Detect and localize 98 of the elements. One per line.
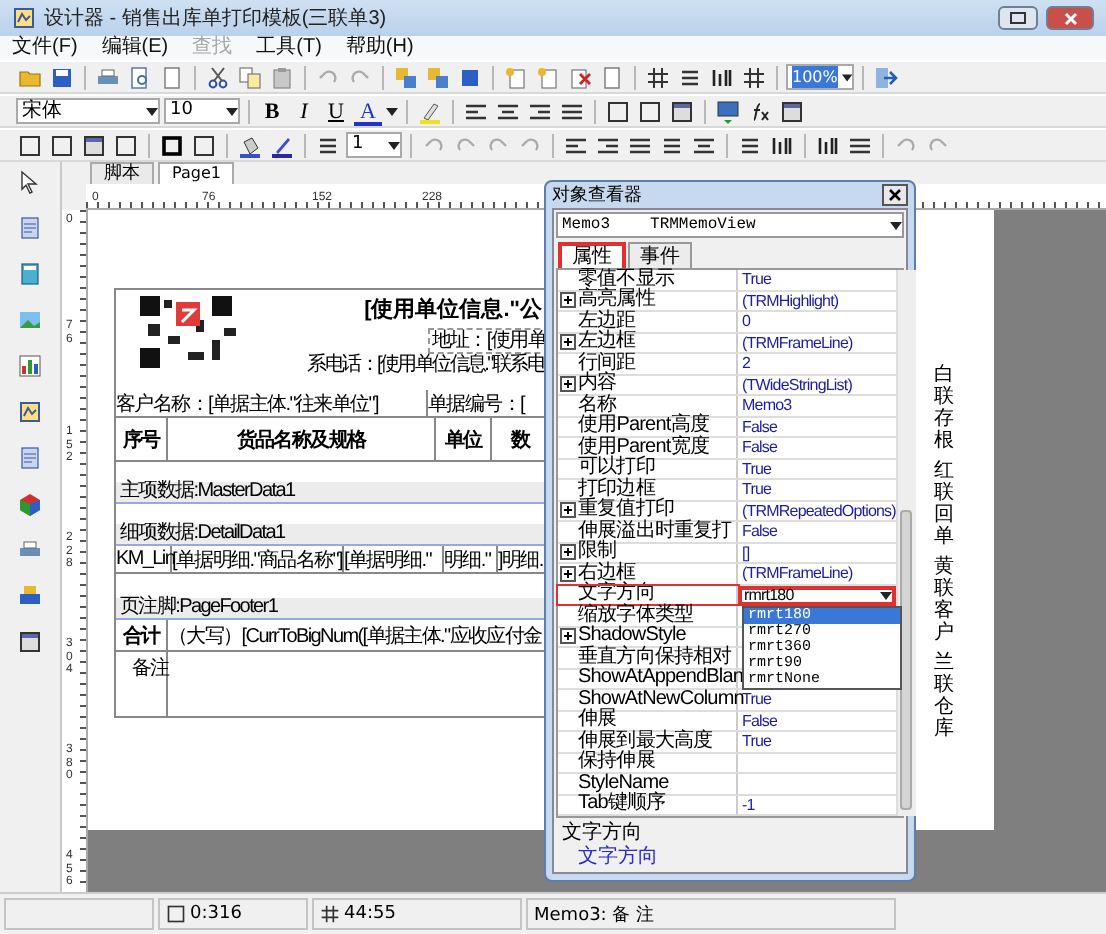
property-value: False [742, 522, 778, 541]
property-row[interactable]: 内容 (TWideStringList) [558, 375, 896, 396]
copy-label: 红联回单 [934, 460, 954, 548]
property-row[interactable]: 可以打印 True [558, 459, 896, 480]
property-name[interactable]: StyleName [560, 773, 669, 794]
property-name[interactable]: 左边框 [578, 332, 636, 353]
property-value: False [742, 711, 778, 730]
band-label: 细项数据:DetailData1 [116, 524, 550, 546]
property-value: False [742, 438, 778, 457]
column-header: 单位 [436, 418, 492, 460]
property-name[interactable]: Tab键顺序 [560, 794, 666, 815]
property-name[interactable]: 右边框 [578, 563, 636, 584]
property-name[interactable]: 伸展 [560, 710, 617, 731]
property-editor[interactable]: rmrt180 [738, 585, 896, 605]
property-value: True [742, 732, 772, 751]
total-label: 合计 [116, 620, 168, 650]
property-value: False [742, 417, 778, 436]
size-readout: 44:55 [344, 904, 396, 924]
property-value: True [742, 270, 772, 289]
property-name[interactable]: ShowAtAppendBlan [560, 668, 744, 689]
tab[interactable]: Page1 [158, 162, 235, 184]
property-value: [] [742, 543, 750, 562]
property-name[interactable]: 限制 [578, 542, 617, 563]
property-name[interactable]: 内容 [578, 374, 617, 395]
property-name[interactable]: 垂直方向保持相对 [560, 647, 732, 668]
menu-item[interactable]: 编辑(E) [101, 36, 169, 60]
property-name[interactable]: 使用Parent宽度 [560, 437, 709, 458]
property-row[interactable]: 伸展 False [558, 711, 896, 732]
property-value: Memo3 [742, 396, 792, 415]
column-header: 序号 [116, 418, 168, 460]
property-name[interactable]: 伸展到最大高度 [560, 731, 713, 752]
zoom-combo[interactable]: 100% [786, 64, 854, 90]
property-value: True [742, 690, 772, 709]
property-value: -1 [742, 795, 755, 814]
property-name[interactable]: 重复值打印 [578, 500, 675, 521]
tab[interactable]: 脚本 [90, 162, 154, 184]
format-button[interactable]: B [258, 97, 286, 125]
menu-item[interactable]: 帮助(H) [345, 36, 414, 60]
property-value: (TRMRepeatedOptions) [742, 501, 896, 520]
copy-label: 兰联仓库 [934, 652, 954, 740]
remark-field: 备注 [116, 652, 168, 716]
property-value: 2 [742, 354, 751, 373]
property-row[interactable]: 左边框 (TRMFrameLine) [558, 333, 896, 354]
format-button[interactable]: I [290, 97, 318, 125]
tab[interactable]: 属性 [558, 242, 626, 268]
menu-item[interactable]: 文件(F) [12, 36, 78, 60]
detail-field: [单据明细." [344, 546, 444, 572]
property-name[interactable]: 可以打印 [560, 458, 655, 479]
copy-label: 白联存根 [934, 364, 954, 452]
property-row[interactable]: 使用Parent高度 False [558, 417, 896, 438]
format-button[interactable]: U [322, 97, 350, 125]
copy-label: 黄联客户 [934, 556, 954, 644]
property-row[interactable]: 保持伸展 [558, 753, 896, 774]
property-name[interactable]: 名称 [560, 395, 617, 416]
band-label: 页注脚:PageFooter1 [116, 598, 550, 620]
property-value: (TRMFrameLine) [742, 564, 853, 583]
report-title: [使用单位信息."公 [364, 296, 542, 324]
property-name[interactable]: 左边距 [560, 311, 636, 332]
property-name[interactable]: 伸展溢出时重复打 [560, 521, 732, 542]
property-row[interactable]: Tab键顺序 -1 [558, 795, 896, 816]
phone-field: 系电话：[使用单位信息."联系电 [307, 354, 544, 378]
column-header: 货品名称及规格 [168, 418, 436, 460]
property-row[interactable]: StyleName [558, 774, 896, 795]
inspector-title: 对象查看器 [552, 183, 642, 208]
property-value: 0 [742, 312, 751, 331]
band-label: 主项数据:MasterData1 [116, 482, 550, 504]
property-row[interactable]: 高亮属性 (TRMHighlight) [558, 291, 896, 312]
property-name[interactable]: 高亮属性 [578, 290, 655, 311]
detail-field: KM_Lin [116, 546, 172, 572]
property-name[interactable]: 行间距 [560, 353, 636, 374]
font-combo[interactable]: 宋体 [16, 98, 160, 124]
tab[interactable]: 事件 [628, 242, 692, 268]
property-name[interactable]: 保持伸展 [560, 752, 655, 773]
property-name[interactable]: 打印边框 [560, 479, 655, 500]
selected-object-readout: Memo3: 备 注 [534, 903, 655, 927]
font-size-combo[interactable]: 10 [164, 98, 240, 124]
description-title: 文字方向 [562, 822, 644, 845]
property-value: True [742, 459, 772, 478]
property-value: (TRMFrameLine) [742, 333, 853, 352]
window-title: 设计器 - 销售出库单打印模板(三联单3) [44, 5, 389, 32]
property-row[interactable]: 重复值打印 (TRMRepeatedOptions) [558, 501, 896, 522]
position-readout: 0:316 [190, 904, 242, 924]
detail-field: 明细." [444, 546, 498, 572]
line-width-combo[interactable]: 1 [346, 132, 402, 158]
property-name[interactable]: 缩放字体类型 [560, 605, 694, 626]
property-value: (TWideStringList) [742, 375, 852, 394]
property-row[interactable]: 限制 [] [558, 543, 896, 564]
property-name[interactable]: ShadowStyle [578, 626, 686, 647]
property-value: (TRMHighlight) [742, 291, 839, 310]
customer-field: 客户名称：[单据主体."往来单位"] [116, 390, 428, 416]
menu-item[interactable]: 工具(T) [256, 36, 322, 60]
property-name[interactable]: 零值不显示 [560, 269, 675, 290]
property-value: True [742, 480, 772, 499]
description-text: 文字方向 [576, 846, 660, 870]
property-name[interactable]: ShowAtNewColumn [560, 689, 744, 710]
object-combo[interactable]: Memo3 TRMMemoView [556, 212, 904, 238]
format-button[interactable]: A [354, 97, 382, 125]
property-name[interactable]: 使用Parent高度 [560, 416, 709, 437]
